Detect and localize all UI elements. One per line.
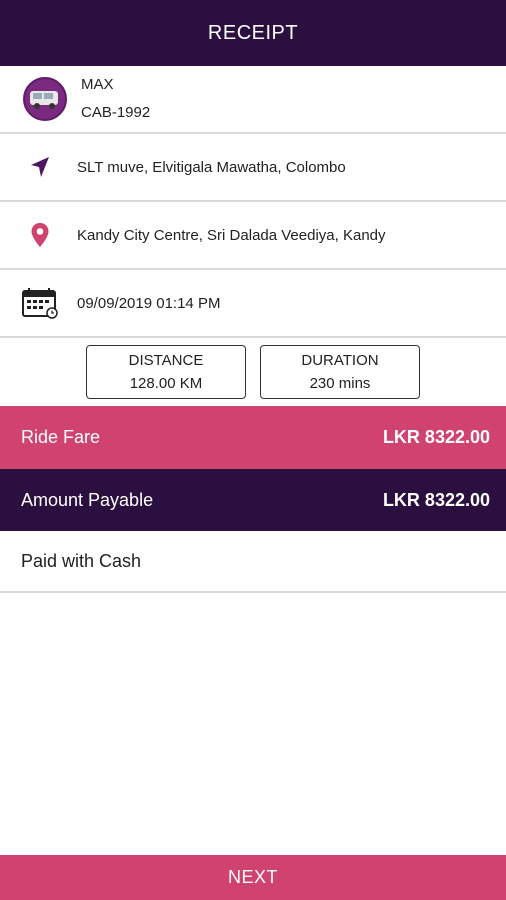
- duration-box: DURATION 230 mins: [260, 345, 420, 399]
- avatar: [23, 77, 67, 121]
- navigation-arrow-icon: [20, 155, 60, 179]
- vehicle-plate: CAB-1992: [81, 104, 151, 121]
- location-pin-icon: [20, 222, 60, 248]
- amount-payable-row: Amount Payable LKR 8322.00: [0, 469, 506, 531]
- trip-stats: DISTANCE 128.00 KM DURATION 230 mins: [0, 338, 506, 406]
- payment-method: Paid with Cash: [21, 550, 142, 571]
- distance-label: DISTANCE: [128, 352, 204, 369]
- next-button[interactable]: NEXT: [0, 855, 506, 900]
- duration-value: 230 mins: [309, 375, 371, 392]
- header-bar: RECEIPT: [0, 0, 506, 66]
- ride-fare-value: LKR 8322.00: [382, 427, 490, 447]
- distance-value: 128.00 KM: [129, 375, 203, 392]
- next-button-label: NEXT: [227, 867, 278, 887]
- vehicle-info: MAX CAB-1992: [0, 66, 506, 134]
- vehicle-type: MAX: [81, 76, 114, 93]
- ride-fare-row: Ride Fare LKR 8322.00: [0, 406, 506, 469]
- dropoff-row: Kandy City Centre, Sri Dalada Veediya, K…: [0, 202, 506, 270]
- ride-fare-label: Ride Fare: [21, 427, 101, 447]
- pickup-address: SLT muve, Elvitigala Mawatha, Colombo: [77, 158, 346, 176]
- dropoff-address: Kandy City Centre, Sri Dalada Veediya, K…: [77, 226, 386, 244]
- calendar-icon: [20, 287, 60, 319]
- duration-label: DURATION: [301, 352, 379, 369]
- distance-box: DISTANCE 128.00 KM: [86, 345, 246, 399]
- payment-method-row: Paid with Cash: [0, 531, 506, 593]
- pickup-row: SLT muve, Elvitigala Mawatha, Colombo: [0, 134, 506, 202]
- amount-payable-label: Amount Payable: [21, 489, 154, 510]
- datetime-row: 09/09/2019 01:14 PM: [0, 270, 506, 338]
- trip-datetime: 09/09/2019 01:14 PM: [77, 294, 221, 312]
- amount-payable-value: LKR 8322.00: [382, 489, 490, 510]
- page-title: RECEIPT: [207, 21, 299, 44]
- car-icon: [30, 91, 58, 109]
